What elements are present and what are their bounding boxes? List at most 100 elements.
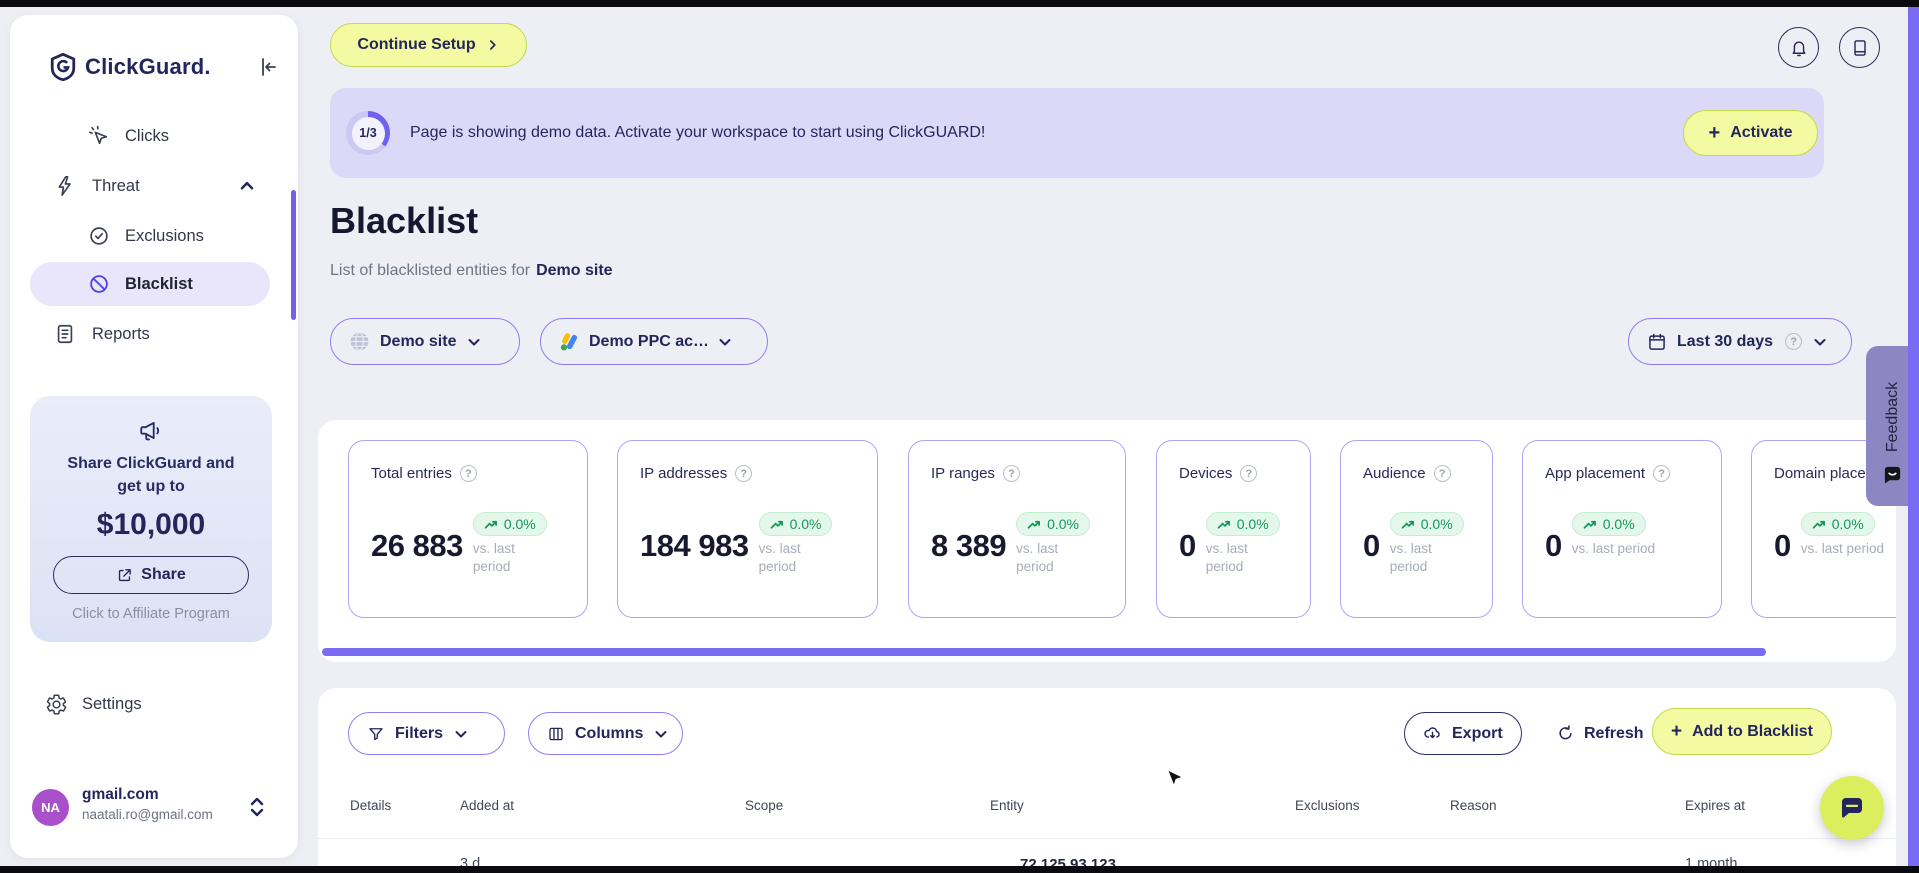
- subtitle-text: List of blacklisted entities for: [330, 262, 531, 279]
- add-to-blacklist-button[interactable]: + Add to Blacklist: [1652, 708, 1832, 755]
- stat-title: IP ranges: [931, 465, 995, 482]
- clickguard-shield-icon: [50, 53, 76, 81]
- stat-title: Audience: [1363, 465, 1426, 482]
- sidebar-item-settings[interactable]: Settings: [10, 682, 270, 726]
- blacklist-table-panel: Filters Columns Export Refresh + Add to …: [318, 688, 1896, 873]
- sidebar-scrollbar-thumb[interactable]: [291, 190, 296, 320]
- site-selector-label: Demo site: [380, 332, 457, 350]
- sidebar-item-threat[interactable]: Threat: [10, 164, 260, 208]
- help-icon[interactable]: ?: [1240, 465, 1258, 482]
- chevron-down-icon: [1812, 334, 1828, 350]
- feedback-chat-icon: [1882, 464, 1903, 485]
- trend-value: 0.0%: [1420, 516, 1453, 532]
- column-header-scope[interactable]: Scope: [745, 798, 783, 813]
- trend-value: 0.0%: [789, 516, 822, 532]
- stat-card-audience: Audience? 0 0.0% vs. last period: [1340, 440, 1493, 618]
- file-text-icon: [54, 323, 76, 345]
- trend-value: 0.0%: [1602, 516, 1635, 532]
- page-title: Blacklist: [330, 200, 479, 241]
- stats-panel: Total entries? 26 883 0.0% vs. last peri…: [318, 420, 1896, 662]
- sidebar-item-exclusions[interactable]: Exclusions: [10, 214, 260, 258]
- chevron-updown-icon: [247, 794, 267, 820]
- date-range-selector[interactable]: Last 30 days ?: [1628, 318, 1852, 365]
- stat-card-app-placement: App placement? 0 0.0% vs. last period: [1522, 440, 1722, 618]
- stat-card-ip-ranges: IP ranges? 8 389 0.0% vs. last period: [908, 440, 1126, 618]
- brand-name: ClickGuard.: [85, 54, 211, 79]
- google-ads-icon: [559, 332, 579, 351]
- ppc-selector-label: Demo PPC ac…: [589, 332, 707, 350]
- chevron-down-icon: [453, 726, 469, 742]
- window-bottom-edge: [0, 866, 1919, 873]
- column-header-reason[interactable]: Reason: [1450, 798, 1497, 813]
- trend-badge: 0.0%: [758, 512, 833, 536]
- sidebar-item-label: Exclusions: [125, 226, 204, 245]
- stat-vs-label: vs. last period: [472, 541, 515, 574]
- filters-button[interactable]: Filters: [348, 712, 505, 755]
- setup-progress-ring: 1/3: [346, 111, 390, 155]
- stat-card-ip-addresses: IP addresses? 184 983 0.0% vs. last peri…: [617, 440, 878, 618]
- continue-setup-button[interactable]: Continue Setup: [330, 23, 527, 67]
- stat-vs-label: vs. last period: [1016, 541, 1059, 574]
- affiliate-promo-card[interactable]: Share ClickGuard and get up to $10,000 S…: [30, 396, 272, 642]
- site-selector[interactable]: Demo site: [330, 318, 520, 365]
- sidebar-item-blacklist[interactable]: Blacklist: [10, 262, 260, 306]
- gear-icon: [45, 693, 68, 716]
- sidebar-item-label: Blacklist: [125, 274, 193, 293]
- stat-value: 0: [1179, 528, 1196, 563]
- account-switcher[interactable]: NA gmail.com naatali.ro@gmail.com: [10, 780, 298, 842]
- columns-button[interactable]: Columns: [528, 712, 683, 755]
- filter-icon: [367, 725, 385, 743]
- trend-badge: 0.0%: [1389, 512, 1464, 536]
- chevron-right-icon: [486, 38, 500, 52]
- help-icon[interactable]: ?: [1002, 465, 1020, 482]
- vertical-scrollbar-thumb[interactable]: [1908, 7, 1919, 866]
- column-header-entity[interactable]: Entity: [990, 798, 1024, 813]
- sidebar-item-clicks[interactable]: Clicks: [10, 114, 260, 158]
- trend-badge: 0.0%: [1571, 512, 1646, 536]
- sidebar-item-label: Clicks: [125, 126, 169, 145]
- help-icon[interactable]: ?: [1653, 465, 1671, 482]
- help-icon[interactable]: ?: [459, 465, 477, 482]
- calendar-icon: [1647, 332, 1667, 352]
- help-icon[interactable]: ?: [1433, 465, 1451, 482]
- ban-icon: [88, 273, 110, 295]
- chevron-up-icon[interactable]: [238, 177, 256, 195]
- stat-title: App placement: [1545, 465, 1646, 482]
- stat-vs-label: vs. last period: [758, 541, 801, 574]
- columns-label: Columns: [575, 724, 644, 742]
- stat-value: 184 983: [640, 528, 749, 563]
- column-header-details[interactable]: Details: [350, 798, 391, 813]
- refresh-label: Refresh: [1584, 724, 1644, 742]
- column-header-expires-at[interactable]: Expires at: [1685, 798, 1745, 813]
- share-button[interactable]: Share: [53, 556, 249, 595]
- chat-bubble-icon: [1837, 793, 1867, 823]
- chat-launcher-button[interactable]: [1820, 776, 1884, 840]
- activate-label: Activate: [1730, 124, 1793, 141]
- megaphone-icon: [138, 418, 164, 444]
- stat-card-total-entries: Total entries? 26 883 0.0% vs. last peri…: [348, 440, 588, 618]
- column-header-added-at[interactable]: Added at: [460, 798, 514, 813]
- affiliate-link[interactable]: Click to Affiliate Program: [72, 606, 230, 622]
- filters-label: Filters: [395, 724, 444, 742]
- notifications-button[interactable]: [1778, 27, 1819, 68]
- activate-button[interactable]: + Activate: [1683, 110, 1818, 156]
- sidebar-item-reports[interactable]: Reports: [10, 312, 260, 356]
- chevron-down-icon: [653, 726, 669, 742]
- ppc-account-selector[interactable]: Demo PPC ac…: [540, 318, 768, 365]
- stat-value: 26 883: [371, 528, 463, 563]
- help-icon[interactable]: ?: [735, 465, 753, 482]
- book-icon: [1850, 38, 1870, 58]
- external-link-icon: [116, 567, 133, 584]
- export-label: Export: [1452, 724, 1503, 742]
- refresh-button[interactable]: Refresh: [1556, 712, 1644, 755]
- column-header-exclusions[interactable]: Exclusions: [1295, 798, 1360, 813]
- trend-badge: 0.0%: [1800, 512, 1875, 536]
- sidebar-collapse-icon[interactable]: [255, 55, 279, 79]
- cloud-download-icon: [1423, 724, 1442, 743]
- horizontal-scrollbar-thumb[interactable]: [322, 648, 1766, 656]
- export-button[interactable]: Export: [1404, 712, 1522, 755]
- sidebar-item-label: Reports: [92, 324, 150, 343]
- docs-button[interactable]: [1839, 27, 1880, 68]
- subtitle-site-name: Demo site: [536, 262, 613, 279]
- stat-vs-label: vs. last period: [1571, 541, 1656, 556]
